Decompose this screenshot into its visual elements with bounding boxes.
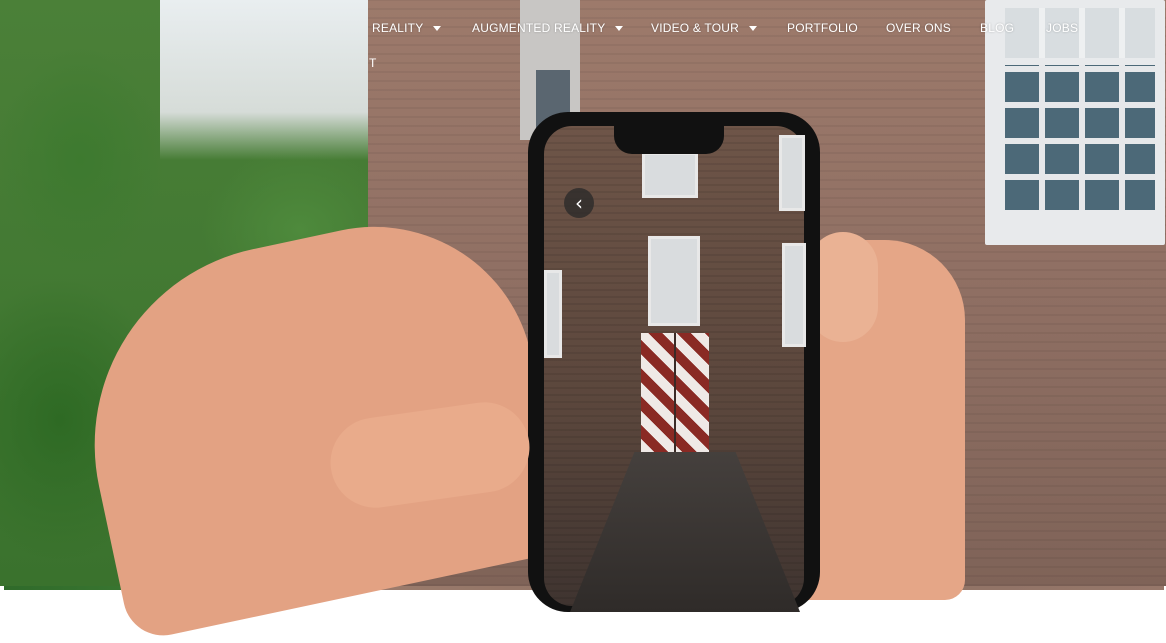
building-window-glass	[1005, 65, 1155, 210]
chevron-left-icon[interactable]: ‹	[564, 188, 594, 218]
chevron-down-icon	[748, 25, 757, 31]
nav-item-label: VIDEO & TOUR	[651, 21, 739, 35]
nav-item-label: AUGMENTED REALITY	[472, 21, 606, 35]
nav-item-video-tour[interactable]: VIDEO & TOUR	[651, 14, 757, 42]
chevron-down-icon	[615, 25, 624, 31]
nav-item-portfolio[interactable]: PORTFOLIO	[787, 14, 858, 42]
nav-item-blog[interactable]: BLOG	[980, 14, 1014, 42]
screen-window	[782, 243, 806, 347]
nav-item-label: OVER ONS	[886, 21, 951, 35]
nav-item-reality[interactable]: REALITY	[372, 14, 442, 42]
screen-window	[779, 135, 805, 211]
screen-window	[648, 236, 700, 326]
phone-notch	[614, 122, 724, 154]
chevron-down-icon	[433, 25, 442, 31]
screen-window	[642, 152, 698, 198]
nav-overflow-fragment: T	[369, 56, 377, 70]
nav-item-label: JOBS	[1046, 21, 1079, 35]
screen-window	[544, 270, 562, 358]
striped-castle-door	[641, 333, 709, 453]
nav-item-over-ons[interactable]: OVER ONS	[886, 14, 951, 42]
nav-item-label: REALITY	[372, 21, 424, 35]
main-navigation: REALITY AUGMENTED REALITY VIDEO & TOUR P…	[0, 14, 1166, 44]
nav-item-augmented-reality[interactable]: AUGMENTED REALITY	[472, 14, 624, 42]
nav-item-jobs[interactable]: JOBS	[1046, 14, 1078, 42]
nav-item-label: PORTFOLIO	[787, 21, 858, 35]
nav-item-label: BLOG	[980, 21, 1015, 35]
